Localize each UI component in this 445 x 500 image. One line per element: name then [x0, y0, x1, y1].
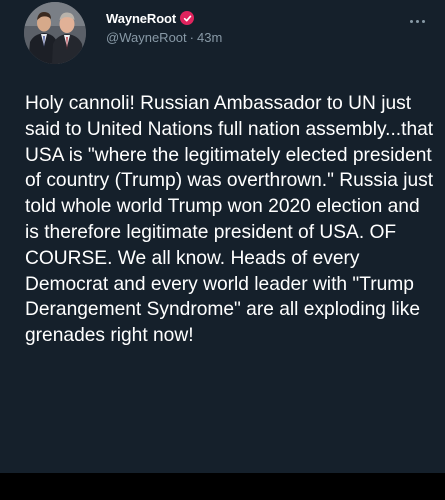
dot [409, 19, 413, 23]
avatar-photo-icon [24, 2, 86, 64]
verified-badge-icon [180, 11, 195, 25]
user-handle[interactable]: @WayneRoot [106, 30, 187, 45]
display-name[interactable]: WayneRoot [106, 11, 176, 26]
separator-dot: · [189, 30, 194, 45]
tweet-header: WayneRoot @WayneRoot · 43m [106, 9, 222, 46]
handle-row: @WayneRoot · 43m [106, 30, 222, 45]
tweet-text: Holy cannoli! Russian Ambassador to UN j… [25, 93, 434, 347]
timestamp[interactable]: 43m [197, 30, 222, 45]
bottom-black-bar [0, 473, 445, 500]
tweet-card[interactable]: WayneRoot @WayneRoot · 43m Holy cannoli! R… [0, 0, 445, 473]
name-row: WayneRoot [106, 9, 222, 27]
dot [415, 19, 419, 23]
avatar[interactable] [24, 2, 86, 64]
more-options-icon[interactable] [405, 14, 429, 28]
dot [421, 19, 425, 23]
